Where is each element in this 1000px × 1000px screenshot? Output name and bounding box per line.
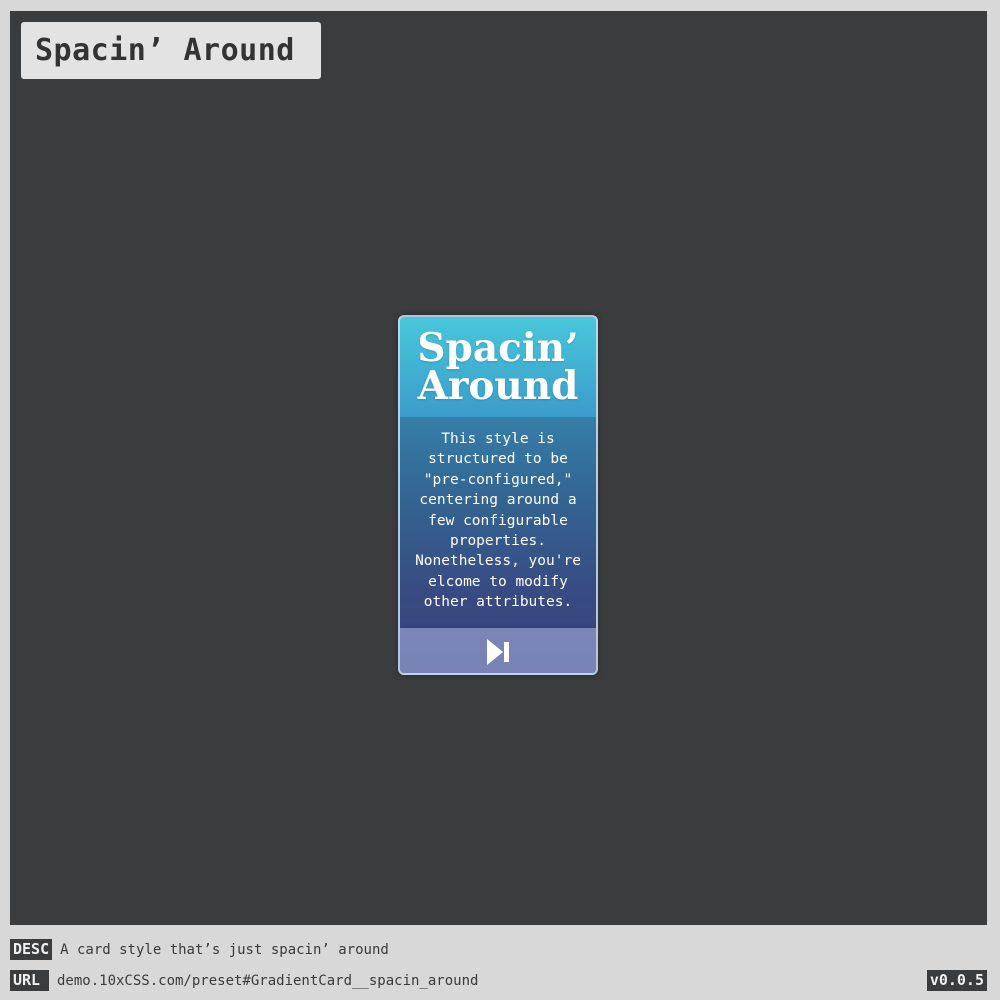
gradient-card: Spacin’ Around This style is structured … bbox=[398, 315, 598, 675]
page-title-text: Spacin’ Around bbox=[35, 33, 295, 68]
card-footer bbox=[400, 628, 596, 673]
version-badge: v0.0.5 bbox=[926, 970, 987, 991]
card-description: This style is structured to be "pre-conf… bbox=[415, 431, 581, 611]
desc-row: DESC A card style that’s just spacin’ ar… bbox=[10, 939, 389, 960]
card-title-line1: Spacin’ bbox=[417, 325, 579, 371]
card-title-line2: Around bbox=[417, 363, 579, 409]
desc-text: A card style that’s just spacin’ around bbox=[60, 941, 389, 958]
card-body: This style is structured to be "pre-conf… bbox=[400, 417, 596, 628]
skip-forward-icon bbox=[487, 638, 509, 665]
card-title: Spacin’ Around bbox=[400, 317, 596, 417]
page-title: Spacin’ Around bbox=[21, 22, 321, 79]
skip-forward-button[interactable] bbox=[478, 634, 518, 670]
url-link[interactable]: demo.10xCSS.com/preset#GradientCard__spa… bbox=[57, 973, 478, 989]
url-tag: URL bbox=[10, 970, 49, 991]
url-row: URL demo.10xCSS.com/preset#GradientCard_… bbox=[10, 970, 478, 991]
desc-tag: DESC bbox=[10, 939, 53, 960]
